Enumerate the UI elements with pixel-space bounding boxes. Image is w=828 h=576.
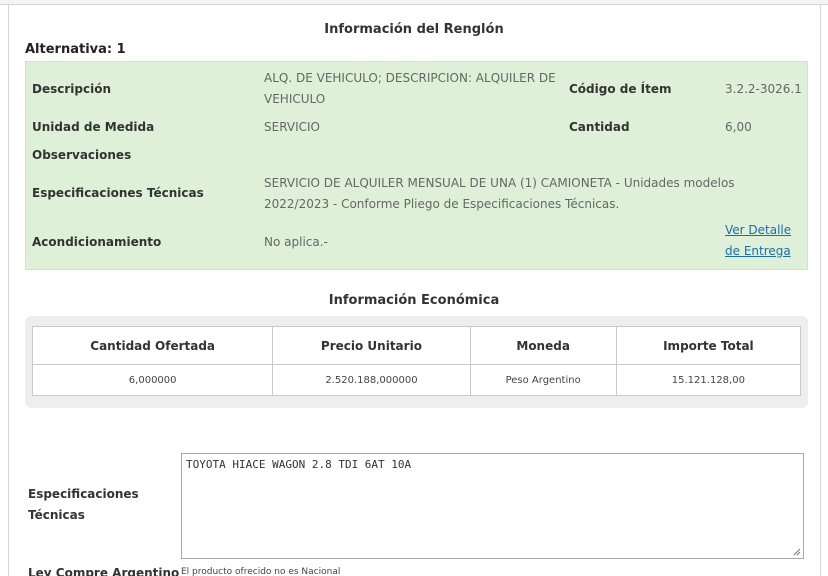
table-row: 6,000000 2.520.188,000000 Peso Argentino… [31,364,802,396]
acondicionamiento-value: No aplica.- [264,235,328,249]
header-moneda: Moneda [469,326,617,365]
descripcion-label: Descripción [32,82,111,96]
header-precio-unitario: Precio Unitario [272,326,471,365]
resize-grip-icon[interactable] [793,548,801,556]
especificaciones-tecnicas-value: SERVICIO DE ALQUILER MENSUAL DE UNA (1) … [264,173,735,214]
acondicionamiento-label: Acondicionamiento [32,235,162,249]
especificaciones-value-line2: 2022/2023 - Conforme Pliego de Especific… [264,196,620,211]
especificaciones-textarea[interactable]: TOYOTA HIACE WAGON 2.8 TDI 6AT 10A [181,453,804,559]
ver-detalle-link-line2[interactable]: de Entrega [725,241,791,262]
renglon-section-title: Información del Renglón [324,22,504,37]
economica-panel: Cantidad Ofertada Precio Unitario Moneda… [25,316,808,408]
oferta-spec-label-line1: Especificaciones [28,487,139,501]
especificaciones-textarea-value: TOYOTA HIACE WAGON 2.8 TDI 6AT 10A [186,458,412,471]
unidad-medida-value: SERVICIO [264,120,320,134]
renglon-detail-panel: Descripción ALQ. DE VEHICULO; DESCRIPCIO… [25,61,808,270]
cell-importe-total: 15.121.128,00 [615,364,802,396]
table-header-row: Cantidad Ofertada Precio Unitario Moneda… [31,326,802,365]
especificaciones-value-line1: SERVICIO DE ALQUILER MENSUAL DE UNA (1) … [264,176,735,190]
ley-compre-argentino-label: Ley Compre Argentino [28,566,180,576]
oferta-spec-label-line2: Técnicas [28,508,85,522]
cell-precio-unitario: 2.520.188,000000 [272,364,471,396]
header-importe-total: Importe Total [615,326,802,365]
oferta-especificaciones-label: Especificaciones Técnicas [28,484,139,526]
cantidad-label: Cantidad [569,120,630,134]
economica-table: Cantidad Ofertada Precio Unitario Moneda… [31,326,802,396]
observaciones-label: Observaciones [32,148,132,162]
descripcion-value: ALQ. DE VEHICULO; DESCRIPCION: ALQUILER … [264,68,556,109]
alternativa-label: Alternativa: 1 [25,42,126,57]
unidad-medida-label: Unidad de Medida [32,120,155,134]
ver-detalle-entrega-link[interactable]: Ver Detalle de Entrega [725,220,791,262]
header-cantidad-ofertada: Cantidad Ofertada [31,326,274,365]
cantidad-value: 6,00 [725,120,752,134]
codigo-item-label: Código de Ítem [569,82,672,96]
ver-detalle-link-line1[interactable]: Ver Detalle [725,220,791,241]
cell-cantidad-ofertada: 6,000000 [31,364,274,396]
economica-section-title: Información Económica [328,293,500,308]
especificaciones-tecnicas-label: Especificaciones Técnicas [32,186,204,200]
descripcion-value-line2: VEHICULO [264,91,326,106]
cell-moneda: Peso Argentino [469,364,617,396]
descripcion-value-line1: ALQ. DE VEHICULO; DESCRIPCION: ALQUILER … [264,71,556,85]
codigo-item-value: 3.2.2-3026.1 [725,82,802,96]
ley-compre-argentino-value: El producto ofrecido no es Nacional [181,567,341,576]
